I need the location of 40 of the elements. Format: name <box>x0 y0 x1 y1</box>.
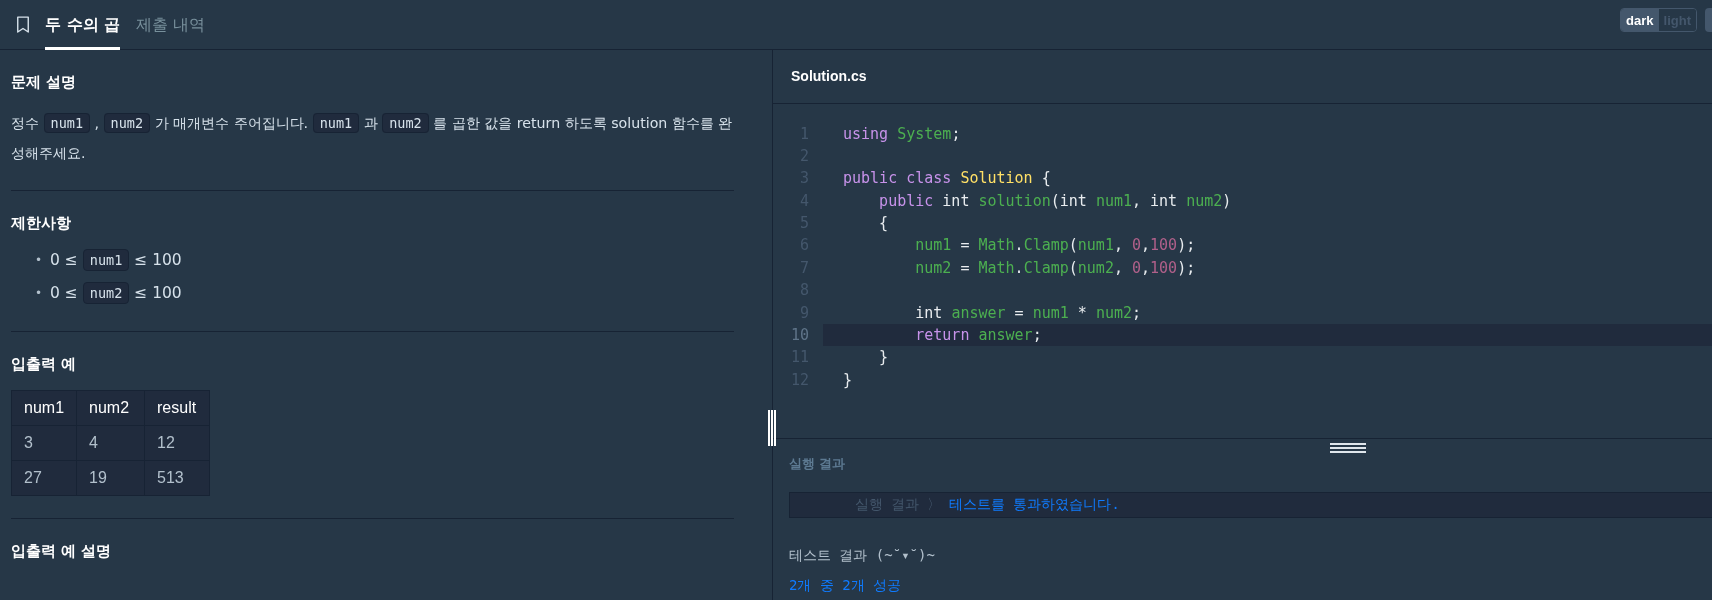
code-text: } <box>843 369 853 391</box>
bullet: • <box>35 284 43 301</box>
code-text: num1 = Math.Clamp(num1, 0,100); <box>914 235 1196 257</box>
section-heading: 제한사항 <box>11 214 72 233</box>
table-header: num1 <box>11 390 77 426</box>
table-cell: 3 <box>11 425 77 461</box>
test-result-title: 테스트 결과 (~˘▾˘)~ <box>789 546 936 565</box>
table-cell: 19 <box>76 460 145 496</box>
constraint-item: 0 ≤ num2 ≤ 100 <box>50 280 182 305</box>
code-text: } <box>878 347 889 369</box>
code-text: int answer = num1 * num2; <box>914 302 1142 324</box>
file-name: Solution.cs <box>791 68 867 85</box>
code-text: public int solution(int num1, int num2) <box>878 190 1232 212</box>
section-heading: 입출력 예 <box>11 355 78 374</box>
table-cell: 4 <box>76 425 145 461</box>
code-text: public class Solution { <box>843 168 1051 190</box>
resize-handle[interactable] <box>768 410 776 446</box>
theme-option[interactable]: dark <box>1621 9 1659 31</box>
description-text: 정수 num1 , num2 가 매개변수 주어집니다. num1 과 num2 를 곱한 값을 return 하도록 solution 함수를 완성해주세요. <box>11 112 734 163</box>
section-heading: 문제 설명 <box>11 73 78 92</box>
results-heading: 실행 결과 <box>789 455 846 473</box>
line-number: 10 <box>789 325 810 347</box>
table-header: num2 <box>76 390 145 426</box>
resize-handle[interactable] <box>1330 442 1366 453</box>
code-text: { <box>878 213 889 235</box>
table-cell: 513 <box>144 460 210 496</box>
constraint-item: 0 ≤ num1 ≤ 100 <box>50 247 182 272</box>
table-header: result <box>144 390 210 426</box>
tab[interactable]: 두 수의 곱 <box>45 0 121 50</box>
code-text: return answer; <box>914 325 1042 347</box>
output-message: 테스트를 통과하였습니다. <box>949 496 1120 515</box>
bookmark-icon[interactable] <box>16 15 30 34</box>
tab[interactable]: 제출 내역 <box>136 0 206 50</box>
code-text: num2 = Math.Clamp(num2, 0,100); <box>914 257 1196 279</box>
bullet: • <box>35 251 43 268</box>
section-heading: 입출력 예 설명 <box>11 542 113 561</box>
table-cell: 27 <box>11 460 77 496</box>
code-text: using System; <box>843 123 961 145</box>
table-cell: 12 <box>144 425 210 461</box>
test-result-summary: 2개 중 2개 성공 <box>789 576 903 595</box>
